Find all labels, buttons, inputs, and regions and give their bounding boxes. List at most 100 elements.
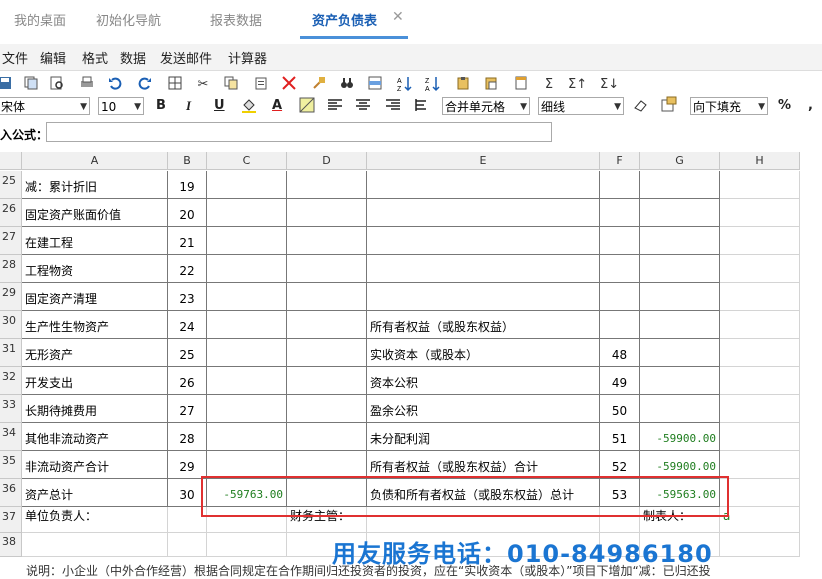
menu-edit[interactable]: 编辑 bbox=[40, 48, 66, 67]
delete-icon[interactable] bbox=[280, 76, 298, 94]
cell-a31[interactable]: 无形资产 bbox=[22, 339, 168, 367]
cell-e34[interactable]: 未分配利润 bbox=[367, 423, 600, 451]
row-number[interactable]: 28 bbox=[0, 255, 22, 283]
cell-b25[interactable]: 19 bbox=[168, 171, 207, 199]
cell-e35[interactable]: 所有者权益（或股东权益）合计 bbox=[367, 451, 600, 479]
cell-a25[interactable]: 减：累计折旧 bbox=[22, 171, 168, 199]
row-number[interactable]: 29 bbox=[0, 283, 22, 311]
font-family-select[interactable]: 宋体 ▼ bbox=[0, 97, 90, 115]
cell-g33[interactable] bbox=[640, 395, 720, 423]
column-header-h[interactable]: H bbox=[720, 152, 800, 170]
print-icon[interactable] bbox=[78, 76, 96, 94]
cell-f35[interactable]: 52 bbox=[600, 451, 640, 479]
cell-a27[interactable]: 在建工程 bbox=[22, 227, 168, 255]
fill-direction-select[interactable]: 向下填充 ▼ bbox=[690, 97, 768, 115]
cell-f31[interactable]: 48 bbox=[600, 339, 640, 367]
cell-h30[interactable] bbox=[720, 311, 800, 339]
column-header-b[interactable]: B bbox=[168, 152, 207, 170]
cell-f25[interactable] bbox=[600, 171, 640, 199]
cell-h37[interactable]: a bbox=[720, 507, 800, 533]
cell-a33[interactable]: 长期待摊费用 bbox=[22, 395, 168, 423]
cell-b27[interactable]: 21 bbox=[168, 227, 207, 255]
cell-g34[interactable]: -59900.00 bbox=[640, 423, 720, 451]
cell-b28[interactable]: 22 bbox=[168, 255, 207, 283]
tab-balance-sheet[interactable]: 资产负债表 bbox=[312, 10, 377, 34]
cell-a35[interactable]: 非流动资产合计 bbox=[22, 451, 168, 479]
cell-c29[interactable] bbox=[207, 283, 287, 311]
sort-descending-icon[interactable]: ZA bbox=[424, 76, 442, 94]
italic-button[interactable]: I bbox=[186, 98, 191, 114]
cell-b30[interactable]: 24 bbox=[168, 311, 207, 339]
print-preview-icon[interactable] bbox=[48, 76, 66, 94]
cell-e28[interactable] bbox=[367, 255, 600, 283]
cell-g32[interactable] bbox=[640, 367, 720, 395]
cell-h26[interactable] bbox=[720, 199, 800, 227]
row-number[interactable]: 27 bbox=[0, 227, 22, 255]
cell-a38[interactable] bbox=[22, 533, 168, 557]
row-number[interactable]: 35 bbox=[0, 451, 22, 479]
cell-d34[interactable] bbox=[287, 423, 367, 451]
cell-c34[interactable] bbox=[207, 423, 287, 451]
sort-ascending-icon[interactable]: AZ bbox=[396, 76, 414, 94]
cell-f27[interactable] bbox=[600, 227, 640, 255]
cell-a36[interactable]: 资产总计 bbox=[22, 479, 168, 507]
row-number[interactable]: 38 bbox=[0, 533, 22, 557]
bold-button[interactable]: B bbox=[156, 98, 166, 113]
cell-e25[interactable] bbox=[367, 171, 600, 199]
find-icon[interactable] bbox=[338, 76, 356, 94]
cell-g27[interactable] bbox=[640, 227, 720, 255]
cell-c35[interactable] bbox=[207, 451, 287, 479]
cell-f28[interactable] bbox=[600, 255, 640, 283]
cut-icon[interactable]: ✂ bbox=[194, 76, 212, 94]
cell-d25[interactable] bbox=[287, 171, 367, 199]
cell-e31[interactable]: 实收资本（或股本） bbox=[367, 339, 600, 367]
cell-b35[interactable]: 29 bbox=[168, 451, 207, 479]
menu-format[interactable]: 格式 bbox=[82, 48, 108, 67]
cell-f32[interactable]: 49 bbox=[600, 367, 640, 395]
cell-e30[interactable]: 所有者权益（或股东权益） bbox=[367, 311, 600, 339]
cell-c32[interactable] bbox=[207, 367, 287, 395]
cell-c30[interactable] bbox=[207, 311, 287, 339]
menu-data[interactable]: 数据 bbox=[120, 48, 146, 67]
cell-c26[interactable] bbox=[207, 199, 287, 227]
cell-e27[interactable] bbox=[367, 227, 600, 255]
cell-h35[interactable] bbox=[720, 451, 800, 479]
column-header-e[interactable]: E bbox=[367, 152, 600, 170]
column-header-c[interactable]: C bbox=[207, 152, 287, 170]
cell-b33[interactable]: 27 bbox=[168, 395, 207, 423]
column-header-a[interactable]: A bbox=[22, 152, 168, 170]
cell-h32[interactable] bbox=[720, 367, 800, 395]
tab-desktop[interactable]: 我的桌面 bbox=[14, 10, 66, 34]
cell-d28[interactable] bbox=[287, 255, 367, 283]
save-icon[interactable] bbox=[0, 76, 14, 94]
cell-b26[interactable]: 20 bbox=[168, 199, 207, 227]
align-right-icon[interactable] bbox=[384, 97, 402, 115]
clipboard-paste-icon[interactable] bbox=[482, 76, 500, 94]
cell-f34[interactable]: 51 bbox=[600, 423, 640, 451]
paste-icon[interactable] bbox=[252, 76, 270, 94]
cell-a30[interactable]: 生产性生物资产 bbox=[22, 311, 168, 339]
cell-g29[interactable] bbox=[640, 283, 720, 311]
cell-b38[interactable] bbox=[168, 533, 207, 557]
comma-button[interactable]: , bbox=[808, 98, 813, 113]
merge-cells-select[interactable]: 合并单元格 ▼ bbox=[442, 97, 530, 115]
cell-h28[interactable] bbox=[720, 255, 800, 283]
clipboard-icon[interactable] bbox=[454, 76, 472, 94]
cell-d32[interactable] bbox=[287, 367, 367, 395]
fill-down-icon[interactable] bbox=[660, 96, 678, 114]
cell-a37[interactable]: 单位负责人： bbox=[22, 507, 168, 533]
copy-sheet-icon[interactable] bbox=[22, 76, 40, 94]
cell-g35[interactable]: -59900.00 bbox=[640, 451, 720, 479]
row-number[interactable]: 31 bbox=[0, 339, 22, 367]
cell-h25[interactable] bbox=[720, 171, 800, 199]
cell-c31[interactable] bbox=[207, 339, 287, 367]
row-number[interactable]: 26 bbox=[0, 199, 22, 227]
undo-icon[interactable] bbox=[106, 76, 124, 94]
menu-file[interactable]: 文件 bbox=[2, 48, 28, 67]
line-style-select[interactable]: 细线 ▼ bbox=[538, 97, 624, 115]
cell-e32[interactable]: 资本公积 bbox=[367, 367, 600, 395]
cell-f30[interactable] bbox=[600, 311, 640, 339]
cell-f33[interactable]: 50 bbox=[600, 395, 640, 423]
copy-icon[interactable] bbox=[222, 76, 240, 94]
row-number[interactable]: 32 bbox=[0, 367, 22, 395]
